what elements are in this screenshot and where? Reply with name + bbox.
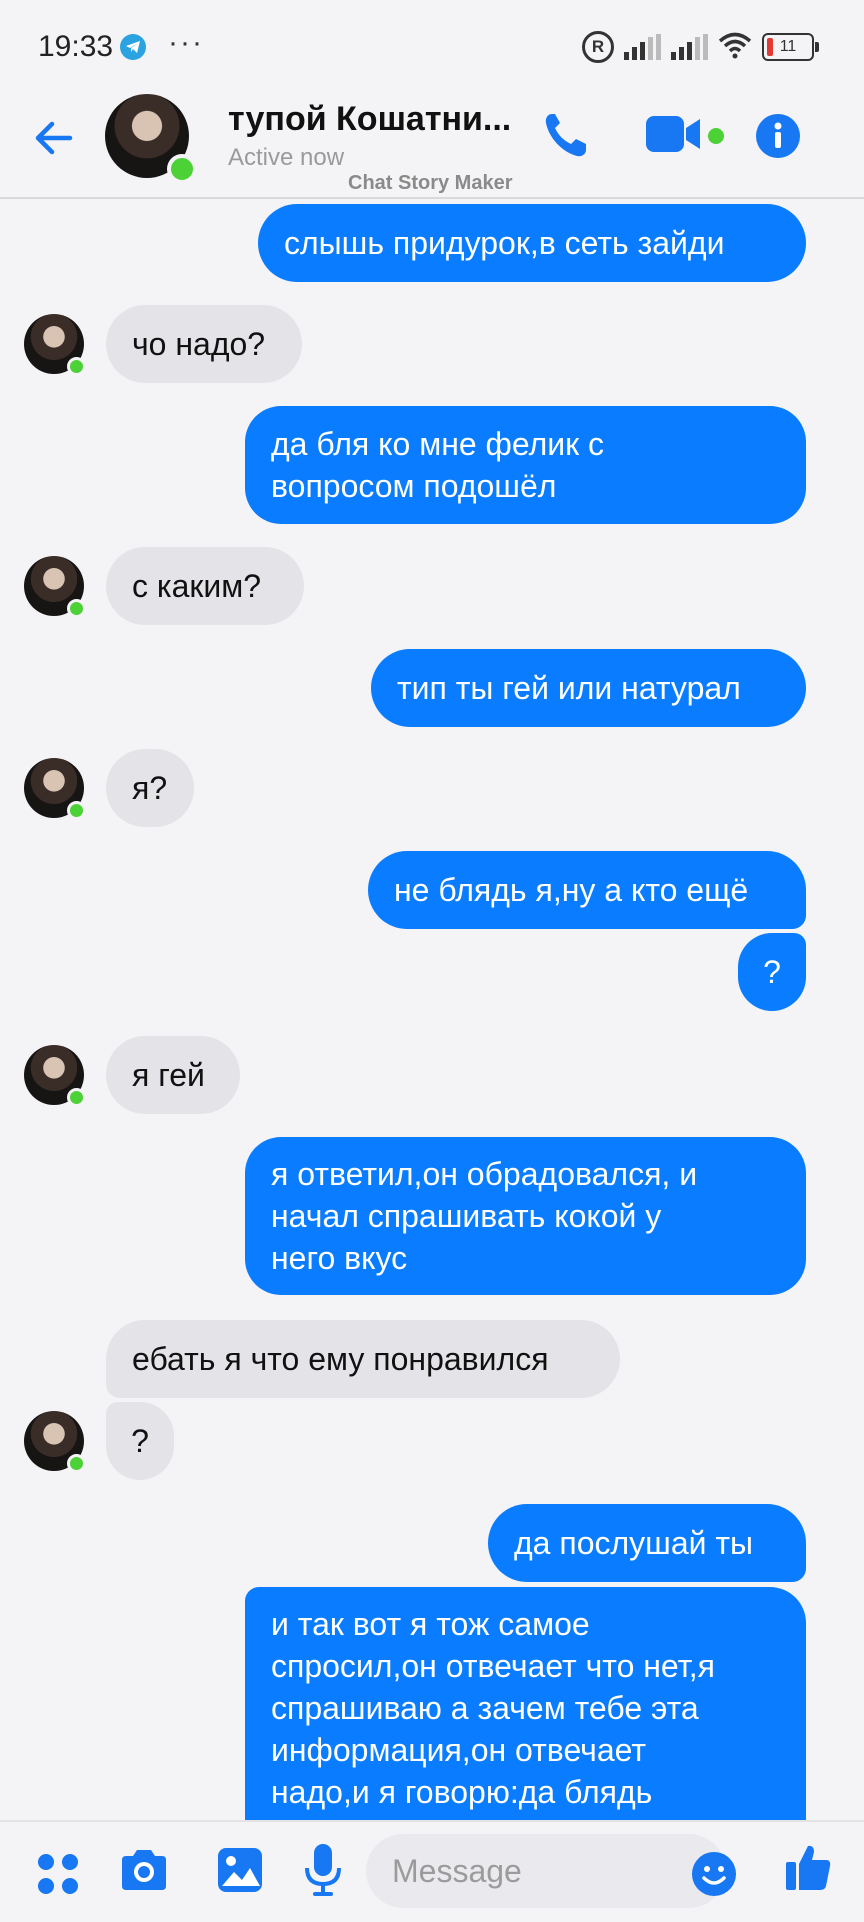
camera-icon[interactable]	[118, 1846, 170, 1899]
wifi-icon	[718, 31, 752, 64]
message-outgoing[interactable]: ?	[738, 933, 806, 1011]
message-incoming[interactable]: я?	[106, 749, 194, 827]
emoji-icon[interactable]	[692, 1852, 736, 1896]
message-outgoing[interactable]: да послушай ты	[488, 1504, 806, 1582]
sender-avatar	[24, 758, 86, 820]
contact-status: Active now	[228, 144, 345, 171]
message-incoming[interactable]: с каким?	[106, 547, 304, 625]
registered-icon: R	[582, 31, 614, 63]
gallery-icon[interactable]	[216, 1846, 264, 1899]
message-input[interactable]	[366, 1834, 726, 1908]
message-outgoing[interactable]: тип ты гей или натурал	[371, 649, 806, 727]
signal-icon-2	[671, 34, 708, 60]
online-indicator	[167, 154, 197, 184]
signal-icon	[624, 34, 661, 60]
message-incoming[interactable]: ебать я что ему понравился	[106, 1320, 620, 1398]
watermark: Chat Story Maker	[348, 172, 513, 194]
chat-header: тупой Кошатни... Active now Chat Story M…	[0, 92, 864, 199]
sender-avatar	[24, 1411, 86, 1473]
phone-call-icon[interactable]	[542, 110, 590, 165]
video-call-icon[interactable]	[644, 114, 704, 159]
back-arrow-icon[interactable]	[32, 118, 74, 163]
message-outgoing[interactable]: слышь придурок,в сеть зайди	[258, 204, 806, 282]
composer-bar	[0, 1820, 864, 1922]
message-incoming[interactable]: ?	[106, 1402, 174, 1480]
sender-avatar	[24, 556, 86, 618]
battery-icon: 11	[762, 33, 819, 61]
telegram-icon	[120, 34, 146, 60]
status-time: 19:33	[38, 30, 114, 63]
sender-avatar	[24, 314, 86, 376]
message-incoming[interactable]: чо надо?	[106, 305, 302, 383]
battery-level: 11	[779, 38, 797, 55]
message-outgoing[interactable]: я ответил,он обрадовался, и начал спраши…	[245, 1137, 806, 1295]
status-bar: 19:33 ··· R 11	[0, 0, 864, 92]
contact-name[interactable]: тупой Кошатни...	[228, 100, 511, 139]
microphone-icon[interactable]	[302, 1842, 344, 1903]
message-incoming[interactable]: я гей	[106, 1036, 240, 1114]
sender-avatar	[24, 1045, 86, 1107]
message-outgoing[interactable]: да бля ко мне фелик с вопросом подошёл	[245, 406, 806, 524]
message-outgoing[interactable]: не блядь я,ну а кто ещё	[368, 851, 806, 929]
info-icon[interactable]	[756, 114, 800, 158]
more-notifications-icon: ···	[168, 26, 204, 59]
apps-menu-icon[interactable]	[36, 1852, 80, 1901]
like-thumb-icon[interactable]	[784, 1842, 832, 1897]
video-online-dot	[708, 128, 724, 144]
